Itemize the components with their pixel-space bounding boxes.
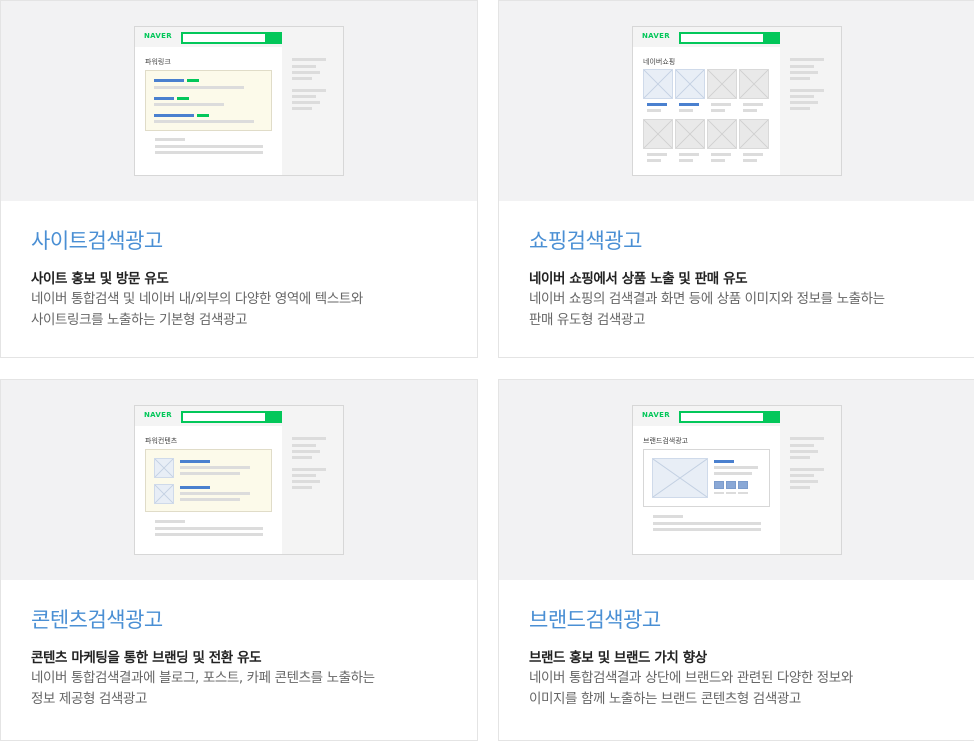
mock-search-box (181, 32, 267, 44)
mock-main: 네이버쇼핑 (633, 47, 780, 175)
ad-card-content[interactable]: NAVER 파워컨텐츠 콘텐츠검색광고 콘텐츠 마케팅을 통한 브랜딩 및 전환… (0, 379, 478, 741)
card-preview-area: NAVER 파워컨텐츠 (1, 380, 477, 580)
card-title: 쇼핑검색광고 (529, 229, 642, 253)
mock-sidebar (282, 47, 343, 175)
naver-logo: NAVER (144, 411, 172, 419)
mock-brand-box (643, 449, 770, 507)
mock-section-label: 브랜드검색광고 (643, 437, 689, 445)
mock-sidebar (282, 426, 343, 554)
card-preview-area: NAVER 파워링크 (1, 1, 477, 201)
mock-header: NAVER (135, 406, 343, 426)
card-description: 네이버 통합검색결과에 블로그, 포스트, 카페 콘텐츠를 노출하는 정보 제공… (31, 670, 375, 707)
mock-search-button (765, 411, 780, 423)
naver-logo: NAVER (144, 32, 172, 40)
mock-search-button (765, 32, 780, 44)
mock-header: NAVER (633, 406, 841, 426)
card-subtitle: 사이트 홍보 및 방문 유도 (31, 271, 169, 287)
mock-sidebar (780, 47, 841, 175)
card-subtitle: 브랜드 홍보 및 브랜드 가치 향상 (529, 650, 707, 666)
mock-main: 브랜드검색광고 (633, 426, 780, 554)
search-result-mockup: NAVER 파워컨텐츠 (134, 405, 344, 555)
mock-main: 파워컨텐츠 (135, 426, 282, 554)
mock-search-button (267, 32, 282, 44)
card-title: 사이트검색광고 (31, 229, 163, 253)
mock-sidebar (780, 426, 841, 554)
card-title: 브랜드검색광고 (529, 608, 661, 632)
ad-card-shopping[interactable]: NAVER 네이버쇼핑 쇼핑검색광고 네이버 쇼핑에서 상품 노출 및 판매 유… (498, 0, 974, 358)
ad-card-site[interactable]: NAVER 파워링크 사이트검색광고 사이트 홍보 및 방문 유도 네이버 통합… (0, 0, 478, 358)
card-description: 네이버 통합검색 및 네이버 내/외부의 다양한 영역에 텍스트와 사이트링크를… (31, 291, 363, 328)
card-title: 콘텐츠검색광고 (31, 608, 163, 632)
mock-main: 파워링크 (135, 47, 282, 175)
mock-ad-box (145, 449, 272, 512)
mock-header: NAVER (633, 27, 841, 47)
naver-logo: NAVER (642, 411, 670, 419)
search-result-mockup: NAVER 파워링크 (134, 26, 344, 176)
ad-card-brand[interactable]: NAVER 브랜드검색광고 브랜드검색광고 브랜드 홍보 및 브랜드 가치 향상… (498, 379, 974, 741)
mock-search-button (267, 411, 282, 423)
card-description: 네이버 통합검색결과 상단에 브랜드와 관련된 다양한 정보와 이미지를 함께 … (529, 670, 853, 707)
mock-section-label: 파워컨텐츠 (145, 437, 178, 445)
card-description: 네이버 쇼핑의 검색결과 화면 등에 상품 이미지와 정보를 노출하는 판매 유… (529, 291, 885, 328)
card-subtitle: 네이버 쇼핑에서 상품 노출 및 판매 유도 (529, 271, 748, 287)
mock-ad-box (145, 70, 272, 131)
mock-search-box (181, 411, 267, 423)
naver-logo: NAVER (642, 32, 670, 40)
mock-search-box (679, 32, 765, 44)
search-result-mockup: NAVER 브랜드검색광고 (632, 405, 842, 555)
mock-section-label: 파워링크 (145, 58, 171, 66)
card-subtitle: 콘텐츠 마케팅을 통한 브랜딩 및 전환 유도 (31, 650, 262, 666)
search-result-mockup: NAVER 네이버쇼핑 (632, 26, 842, 176)
mock-section-label: 네이버쇼핑 (643, 58, 676, 66)
mock-search-box (679, 411, 765, 423)
mock-header: NAVER (135, 27, 343, 47)
card-preview-area: NAVER 브랜드검색광고 (499, 380, 974, 580)
card-preview-area: NAVER 네이버쇼핑 (499, 1, 974, 201)
